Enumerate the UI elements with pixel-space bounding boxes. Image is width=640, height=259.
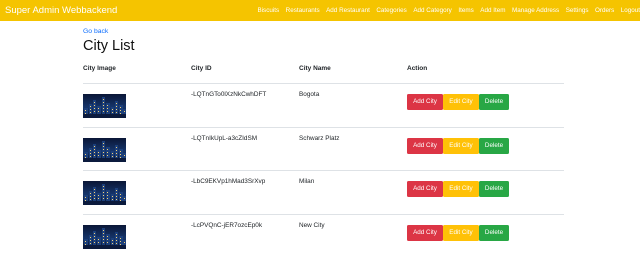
city-name: Bogota (299, 91, 320, 98)
delete-button[interactable]: Delete (479, 181, 509, 197)
add-city-button[interactable]: Add City (407, 224, 443, 241)
header-city-name: City Name (299, 65, 331, 72)
row-actions: Add City Edit City Delete (407, 181, 509, 197)
city-name: Schwarz Platz (299, 134, 340, 142)
add-city-button[interactable]: Add City (407, 181, 443, 197)
city-id: -LQTnIkUpL-a3cZIdSM (191, 134, 258, 142)
nav-links: Biscuits Restaurants Add Restaurant Cate… (251, 7, 640, 14)
city-image (83, 181, 126, 205)
nav-items[interactable]: Items (458, 7, 473, 14)
edit-city-button[interactable]: Edit City (443, 94, 479, 110)
nav-add-category[interactable]: Add Category (413, 7, 452, 14)
nav-settings[interactable]: Settings (566, 7, 589, 14)
edit-city-button[interactable]: Edit City (443, 224, 479, 241)
city-id: -LQTnGTo0lXzNkCwhDFT (191, 91, 267, 98)
city-image (83, 94, 126, 118)
nav-add-item[interactable]: Add Item (480, 7, 505, 14)
nav-logout[interactable]: Logout (621, 7, 640, 14)
city-name: New City (299, 221, 325, 229)
go-back-link[interactable]: Go back (83, 27, 564, 37)
delete-button[interactable]: Delete (479, 94, 509, 110)
city-id: -LcPVQnC-jER7ozcEp0k (191, 221, 263, 229)
row-actions: Add City Edit City Delete (407, 224, 509, 241)
table-row: -LcPVQnC-jER7ozcEp0k New City Add City E… (83, 215, 564, 259)
nav-biscuits[interactable]: Biscuits (257, 7, 279, 14)
top-navbar: Super Admin Webbackend Biscuits Restaura… (0, 0, 640, 21)
city-image (83, 137, 126, 162)
nav-add-restaurant[interactable]: Add Restaurant (326, 7, 370, 14)
row-actions: Add City Edit City Delete (407, 137, 509, 154)
header-city-image: City Image (83, 65, 116, 72)
table-row: -LQTnGTo0lXzNkCwhDFT Bogota Add City Edi… (83, 84, 564, 128)
nav-restaurants[interactable]: Restaurants (286, 7, 320, 14)
add-city-button[interactable]: Add City (407, 94, 443, 110)
city-id: -LbC9EKVp1hMad3SrXvp (191, 178, 266, 185)
header-action: Action (407, 65, 428, 72)
delete-button[interactable]: Delete (479, 224, 509, 241)
nav-orders[interactable]: Orders (595, 7, 614, 14)
main-container: Go back City List City Image City ID Cit… (83, 27, 564, 249)
city-name: Milan (299, 178, 315, 185)
nav-categories[interactable]: Categories (376, 7, 406, 14)
brand-title[interactable]: Super Admin Webbackend (0, 5, 117, 16)
table-row: -LbC9EKVp1hMad3SrXvp Milan Add City Edit… (83, 171, 564, 215)
header-city-id: City ID (191, 65, 212, 72)
city-table: City Image City ID City Name Action -LQT… (83, 62, 564, 258)
edit-city-button[interactable]: Edit City (443, 137, 479, 154)
delete-button[interactable]: Delete (479, 137, 509, 154)
edit-city-button[interactable]: Edit City (443, 181, 479, 197)
page-title: City List (83, 38, 135, 54)
row-actions: Add City Edit City Delete (407, 94, 509, 110)
table-row: -LQTnIkUpL-a3cZIdSM Schwarz Platz Add Ci… (83, 128, 564, 171)
table-header: City Image City ID City Name Action (83, 62, 564, 84)
add-city-button[interactable]: Add City (407, 137, 443, 154)
nav-manage-address[interactable]: Manage Address (512, 7, 559, 14)
city-image (83, 224, 126, 249)
